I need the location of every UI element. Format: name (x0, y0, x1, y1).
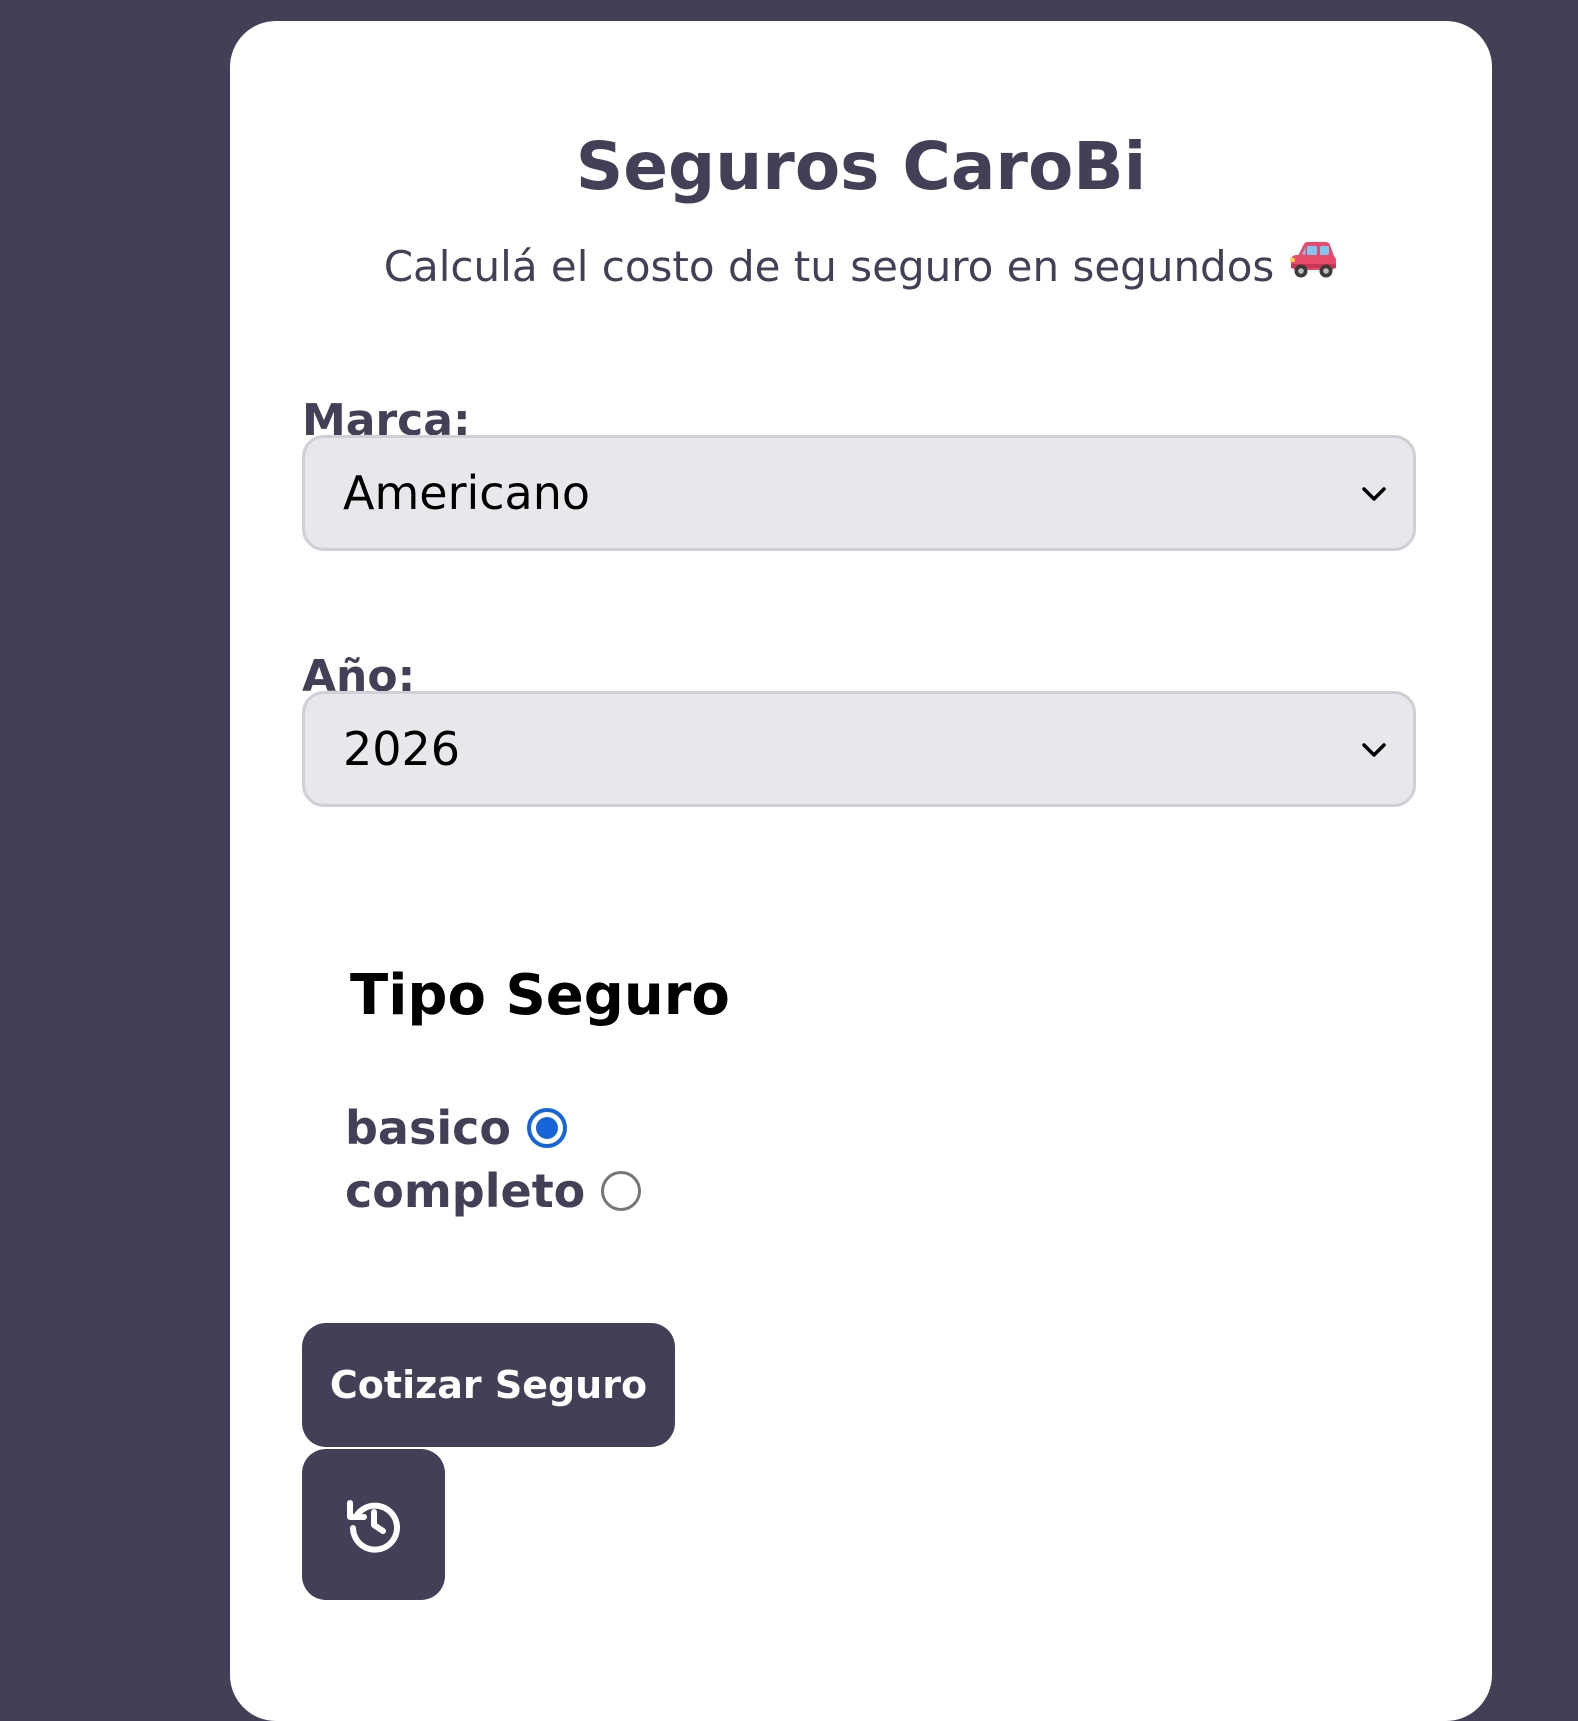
year-select-value: 2026 (343, 722, 461, 776)
radio-label: basico (345, 1101, 511, 1155)
car-icon (1288, 238, 1338, 294)
quote-button[interactable]: Cotizar Seguro (302, 1323, 675, 1447)
brand-select-value: Americano (343, 466, 591, 520)
chevron-down-icon (1361, 738, 1387, 764)
page-subtitle: Calculá el costo de tu seguro en segundo… (230, 239, 1492, 298)
subtitle-text: Calculá el costo de tu seguro en segundo… (383, 242, 1275, 291)
history-icon (347, 1500, 400, 1553)
history-button[interactable] (302, 1449, 445, 1600)
radio-basico[interactable] (527, 1108, 567, 1148)
radio-option-completo[interactable]: completo (345, 1161, 642, 1221)
page-title: Seguros CaroBi (575, 128, 1147, 205)
brand-select[interactable]: Americano (302, 435, 1416, 551)
chevron-down-icon (1361, 482, 1387, 508)
radio-option-basico[interactable]: basico (345, 1098, 567, 1158)
year-select[interactable]: 2026 (302, 691, 1416, 807)
insurance-type-title: Tipo Seguro (350, 963, 730, 1028)
radio-label: completo (345, 1164, 586, 1218)
radio-completo[interactable] (601, 1171, 642, 1211)
quote-card: Seguros CaroBi Calculá el costo de tu se… (230, 21, 1492, 1721)
